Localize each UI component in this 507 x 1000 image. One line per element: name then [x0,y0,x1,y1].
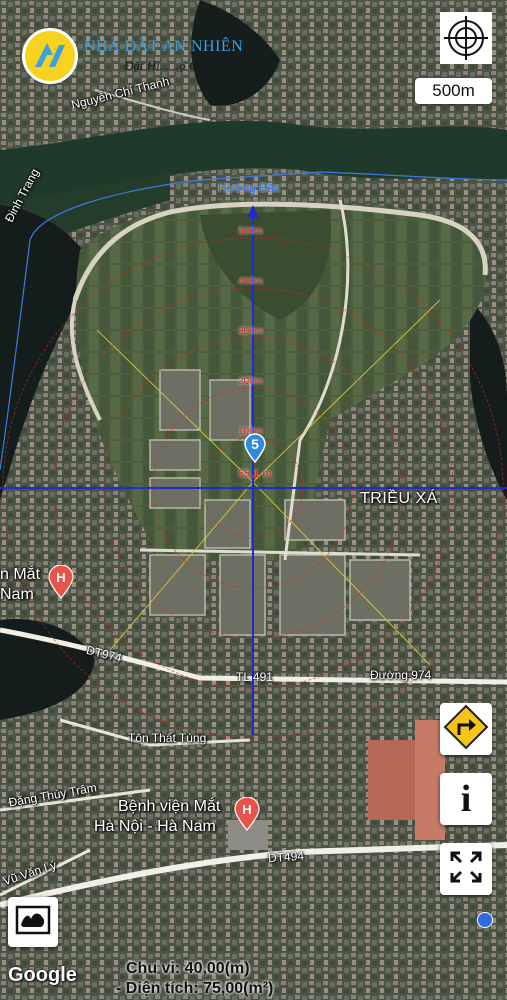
map-type-button[interactable] [8,897,58,947]
ring-label-300: 300m [238,326,264,337]
ring-label-200: 200m [238,376,264,387]
info-icon: i [460,778,472,820]
directions-button[interactable] [440,703,492,755]
ring-label-500: 500m [238,226,264,237]
road-label-ton-that-tung: Tôn Thất Tùng [128,731,207,745]
road-label-tl491: TL 491 [236,670,273,684]
road-label-dt494: DT494 [267,848,305,866]
google-attribution: Google [8,964,77,986]
brand-logo: NHÀ ĐẤT AN NHIÊN Đặt Hi... ..ọ Cả [22,28,262,84]
crosshair-compass-icon[interactable] [440,12,492,64]
north-direction-label: Hướng Bắc [218,181,280,195]
fullscreen-button[interactable] [440,843,492,895]
bus-stop-icon[interactable] [477,912,493,928]
svg-text:H: H [56,570,65,585]
logo-emblem-icon [22,28,78,84]
fullscreen-icon [449,850,483,889]
hospital-main-label-line1: Bệnh viện Mắt [118,798,221,815]
area-label-trieu-xa: TRIỀU XÁ [360,490,438,507]
area-readout: - Diện tích: 75,00(m²) [116,980,274,997]
hospital-left-label-line2: Nam [0,586,34,603]
perimeter-readout: Chu vi: 40,00(m) [126,960,250,977]
info-button[interactable]: i [440,773,492,825]
hospital-pin-icon[interactable]: H [48,564,74,599]
center-marker-number: 5 [251,436,259,452]
scale-indicator: 500m [415,78,492,104]
hospital-left-label-line1: n Mắt [0,566,41,583]
road-label-duong-974: Đường 974 [370,668,432,682]
hospital-pin-icon[interactable]: H [234,796,260,831]
center-distance-label: 55.1 m [238,468,272,480]
turn-right-sign-icon [442,703,490,756]
center-location-pin[interactable]: 5 [243,433,267,464]
map-layer-icon [15,905,51,940]
brand-name: NHÀ ĐẤT AN NHIÊN [84,38,244,55]
ring-label-400: 400m [238,276,264,287]
satellite-map[interactable]: NHÀ ĐẤT AN NHIÊN Đặt Hi... ..ọ Cả 500m H… [0,0,507,1000]
brand-tagline: Đặt Hi... ..ọ Cả [124,58,205,73]
svg-text:H: H [242,802,251,817]
hospital-main-label-line2: Hà Nội - Hà Nam [94,818,216,835]
